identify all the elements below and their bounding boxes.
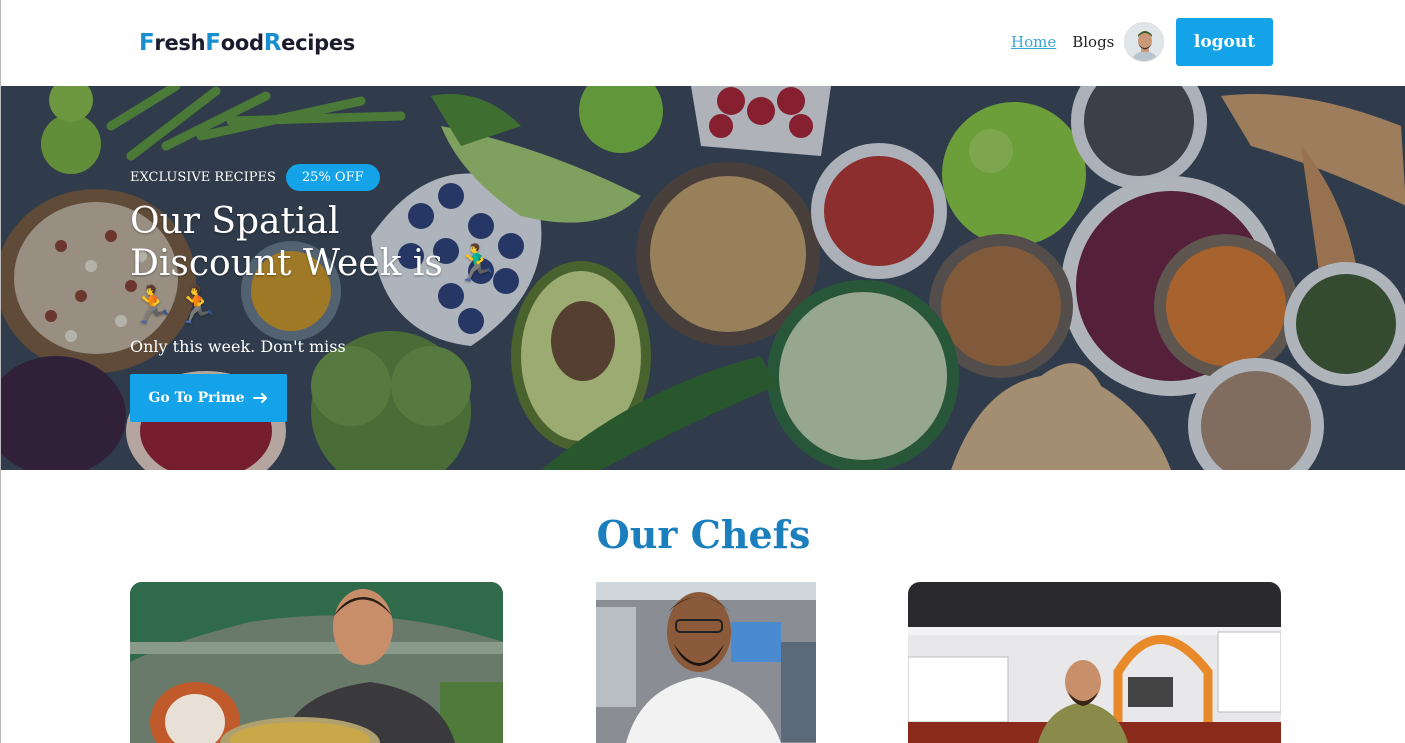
brand-part: ecipes <box>281 31 355 55</box>
nav-links: Home Blogs <box>1011 33 1114 51</box>
brand-part: resh <box>154 31 206 55</box>
nav-home-link[interactable]: Home <box>1011 33 1056 51</box>
hero-banner: EXCLUSIVE RECIPES 25% OFF Our Spatial Di… <box>1 86 1405 470</box>
hero-subtitle: Only this week. Don't miss <box>130 337 346 356</box>
nav-blogs-link[interactable]: Blogs <box>1072 33 1114 51</box>
discount-badge: 25% OFF <box>285 164 380 191</box>
hero-title: Our Spatial Discount Week is 🏃‍♂️🏃🏃 <box>130 201 500 326</box>
navbar: FreshFoodRecipes Home Blogs logout <box>1 0 1405 86</box>
chef-card[interactable] <box>130 582 503 743</box>
chef-photo <box>130 582 503 743</box>
brand-part: ood <box>220 31 264 55</box>
user-avatar[interactable] <box>1124 22 1164 62</box>
avatar-image <box>1125 23 1163 61</box>
brand-cap: F <box>139 30 155 56</box>
chefs-section-title: Our Chefs <box>596 512 811 557</box>
brand-cap: F <box>205 30 221 56</box>
chef-photo <box>908 582 1281 743</box>
page: FreshFoodRecipes Home Blogs logout EXCLU… <box>0 0 1405 743</box>
brand-cap: R <box>263 30 282 56</box>
go-to-prime-label: Go To Prime <box>148 390 245 406</box>
logout-button[interactable]: logout <box>1176 18 1273 66</box>
hero-tag-row: EXCLUSIVE RECIPES 25% OFF <box>130 164 510 191</box>
go-to-prime-button[interactable]: Go To Prime <box>130 374 287 422</box>
hero-content: EXCLUSIVE RECIPES 25% OFF Our Spatial Di… <box>130 164 510 422</box>
exclusive-recipes-label: EXCLUSIVE RECIPES <box>130 170 276 185</box>
brand-logo[interactable]: FreshFoodRecipes <box>139 30 355 56</box>
arrow-right-icon <box>252 393 267 403</box>
chef-photo <box>596 582 816 743</box>
chef-card[interactable] <box>596 582 816 743</box>
chef-card[interactable] <box>908 582 1281 743</box>
